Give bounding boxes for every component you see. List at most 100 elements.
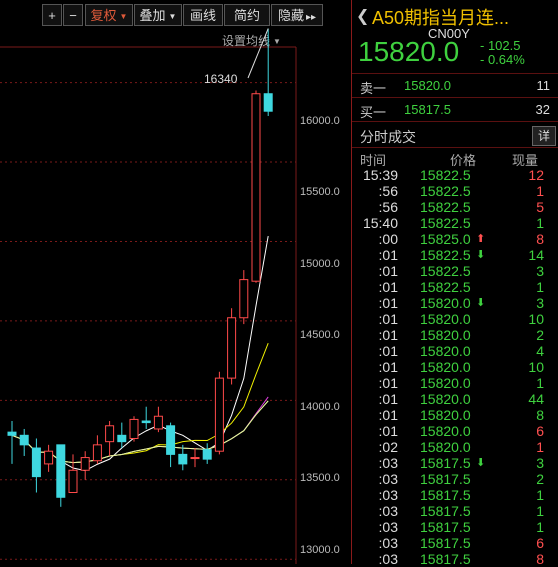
trade-volume: 1: [536, 439, 544, 455]
bid-volume: 32: [535, 102, 550, 117]
trade-volume: 2: [536, 327, 544, 343]
ask-label: 卖一: [360, 81, 387, 96]
y-tick-label: 13000.0: [300, 544, 340, 556]
trade-time: 15:40: [362, 215, 398, 231]
trade-price: 15817.5: [420, 535, 471, 551]
candle-body: [153, 415, 163, 430]
arrow-down-icon: ⬇: [476, 457, 486, 469]
candle-body: [19, 434, 29, 446]
trade-volume: 10: [528, 359, 544, 375]
trade-row: :03 15817.5 ⬇ 3: [352, 455, 558, 471]
trade-row: :03 15817.5 1: [352, 503, 558, 519]
ask-price: 15820.0: [404, 78, 451, 93]
kline-svg: [0, 28, 297, 564]
kline-chart[interactable]: + − 复权 ▼ 叠加 ▼ 画线 简约 隐藏 ▸▸ 设置均线 ▼ 16000.0 155…: [0, 0, 350, 564]
trade-price: 15820.0: [420, 359, 471, 375]
y-tick-label: 13500.0: [300, 472, 340, 484]
trade-time: :01: [378, 391, 398, 407]
trade-price: 15817.5: [420, 487, 471, 503]
trade-price: 15817.5: [420, 455, 471, 471]
trade-row: 15:39 15822.5 12: [352, 167, 558, 183]
y-tick-label: 14000.0: [300, 401, 340, 413]
quote-panel: ❮ A50期指当月连... CN00Y 15820.0 - 102.5 - 0.…: [352, 0, 558, 567]
trade-volume: 6: [536, 535, 544, 551]
peak-price-label: 16340: [204, 72, 238, 86]
trade-volume: 3: [536, 295, 544, 311]
divider: [352, 73, 558, 74]
trade-time: :01: [378, 311, 398, 327]
trade-volume: 1: [536, 519, 544, 535]
change-value: - 102.5: [480, 38, 521, 53]
trade-price: 15820.0: [420, 343, 471, 359]
candle-body: [68, 469, 78, 494]
back-arrow-icon[interactable]: ❮: [356, 6, 369, 26]
trade-row: :01 15820.0 1: [352, 375, 558, 391]
trades-title: 分时成交: [360, 129, 416, 145]
trade-row: :03 15817.5 8: [352, 551, 558, 567]
bid-price: 15817.5: [404, 102, 451, 117]
trade-time: :01: [378, 343, 398, 359]
candle-body: [117, 434, 127, 443]
trade-time: :03: [378, 535, 398, 551]
trade-row: :01 15820.0 10: [352, 359, 558, 375]
candle-body: [80, 457, 90, 471]
trade-time: :03: [378, 503, 398, 519]
arrow-down-icon: ⬇: [476, 297, 486, 309]
candle-body: [178, 453, 188, 465]
trade-time: :03: [378, 487, 398, 503]
candle-body: [31, 447, 41, 478]
trade-price: 15822.5: [420, 199, 471, 215]
divider: [352, 147, 558, 148]
trade-row: :02 15820.0 1: [352, 439, 558, 455]
trade-price: 15820.0: [420, 327, 471, 343]
trade-row: :01 15822.5 3: [352, 263, 558, 279]
peak-arrow: [247, 28, 269, 79]
trade-row: :00 15825.0 ⬆ 8: [352, 231, 558, 247]
trade-time: :02: [378, 439, 398, 455]
candle-body: [7, 431, 17, 436]
y-tick-label: 15500.0: [300, 186, 340, 198]
trade-price: 15822.5: [420, 183, 471, 199]
ask-volume: 11: [536, 78, 551, 93]
trade-row: :01 15822.5 ⬇ 14: [352, 247, 558, 263]
divider: [352, 121, 558, 122]
bid-label: 买一: [360, 105, 387, 120]
trade-time: :01: [378, 423, 398, 439]
trade-volume: 2: [536, 471, 544, 487]
trade-time: :01: [378, 295, 398, 311]
candle-body: [239, 279, 249, 319]
candle-body: [166, 425, 176, 455]
trade-price: 15822.5: [420, 247, 471, 263]
arrow-up-icon: ⬆: [476, 233, 486, 245]
trade-row: :03 15817.5 1: [352, 519, 558, 535]
candle-body: [105, 425, 115, 443]
candle-body: [263, 93, 273, 112]
trade-volume: 1: [536, 279, 544, 295]
candles: [7, 28, 273, 507]
trade-volume: 1: [536, 215, 544, 231]
trade-row: :56 15822.5 5: [352, 199, 558, 215]
trade-time: :01: [378, 359, 398, 375]
trade-volume: 4: [536, 343, 544, 359]
trade-row: :01 15820.0 44: [352, 391, 558, 407]
trade-price: 15820.0: [420, 295, 471, 311]
trade-price: 15820.0: [420, 311, 471, 327]
trade-price: 15820.0: [420, 407, 471, 423]
trade-price: 15817.5: [420, 471, 471, 487]
trade-time: :01: [378, 407, 398, 423]
trade-volume: 3: [536, 263, 544, 279]
trade-time: :56: [378, 199, 398, 215]
trade-volume: 3: [536, 455, 544, 471]
trade-time: :03: [378, 519, 398, 535]
candle-body: [214, 377, 224, 452]
trade-time: :01: [378, 263, 398, 279]
trade-price: 15820.0: [420, 391, 471, 407]
trade-row: :01 15820.0 ⬇ 3: [352, 295, 558, 311]
trade-price: 15822.5: [420, 263, 471, 279]
detail-button[interactable]: 详: [532, 126, 556, 146]
trade-price: 15825.0: [420, 231, 471, 247]
trade-time: :01: [378, 375, 398, 391]
change-percent: - 0.64%: [480, 52, 525, 67]
trade-volume: 14: [528, 247, 544, 263]
trade-volume: 5: [536, 199, 544, 215]
